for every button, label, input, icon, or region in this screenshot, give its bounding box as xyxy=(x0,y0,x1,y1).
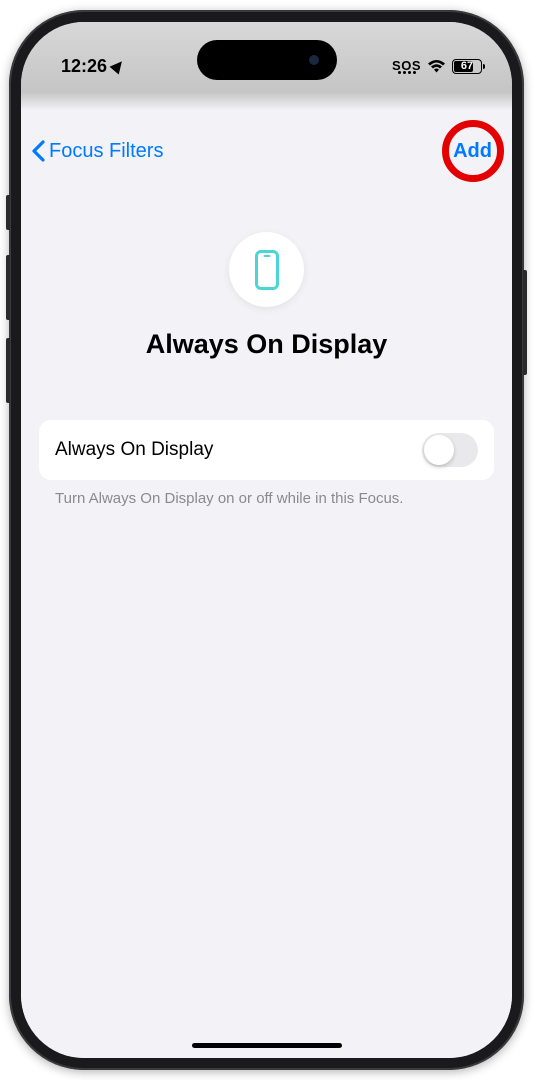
nav-bar: Focus Filters Add xyxy=(21,92,512,172)
silent-switch[interactable] xyxy=(6,195,10,230)
setting-description: Turn Always On Display on or off while i… xyxy=(39,480,494,507)
hero-icon-circle xyxy=(229,232,304,307)
chevron-back-icon xyxy=(31,140,45,162)
screen: 12:26 SOS 67 xyxy=(21,22,512,1058)
back-label: Focus Filters xyxy=(49,140,163,163)
signal-dots-icon xyxy=(398,71,416,74)
dynamic-island xyxy=(197,40,337,80)
hero-section: Always On Display xyxy=(21,232,512,360)
home-indicator[interactable] xyxy=(192,1043,342,1048)
power-button[interactable] xyxy=(523,270,527,375)
toggle-knob xyxy=(424,435,454,465)
side-buttons-left xyxy=(6,195,10,421)
phone-frame: 12:26 SOS 67 xyxy=(9,10,524,1070)
status-left: 12:26 xyxy=(61,38,124,77)
sos-indicator: SOS xyxy=(392,59,421,74)
settings-group: Always On Display Turn Always On Display… xyxy=(39,420,494,507)
back-button[interactable]: Focus Filters xyxy=(31,140,163,163)
battery-icon: 67 xyxy=(452,59,482,74)
phone-outline-icon xyxy=(255,250,279,290)
location-icon xyxy=(110,58,127,75)
add-button[interactable]: Add xyxy=(451,136,494,167)
battery-level: 67 xyxy=(453,60,481,73)
content-area: Focus Filters Add Always On Display Alwa… xyxy=(21,92,512,1058)
wifi-icon xyxy=(427,59,446,73)
status-time: 12:26 xyxy=(61,56,107,77)
volume-up-button[interactable] xyxy=(6,255,10,320)
status-right: SOS 67 xyxy=(392,41,482,74)
page-title: Always On Display xyxy=(146,329,388,360)
setting-row-always-on-display[interactable]: Always On Display xyxy=(39,420,494,480)
add-button-wrapper: Add xyxy=(451,136,494,167)
toggle-always-on-display[interactable] xyxy=(422,433,478,467)
setting-label: Always On Display xyxy=(55,439,213,461)
volume-down-button[interactable] xyxy=(6,338,10,403)
